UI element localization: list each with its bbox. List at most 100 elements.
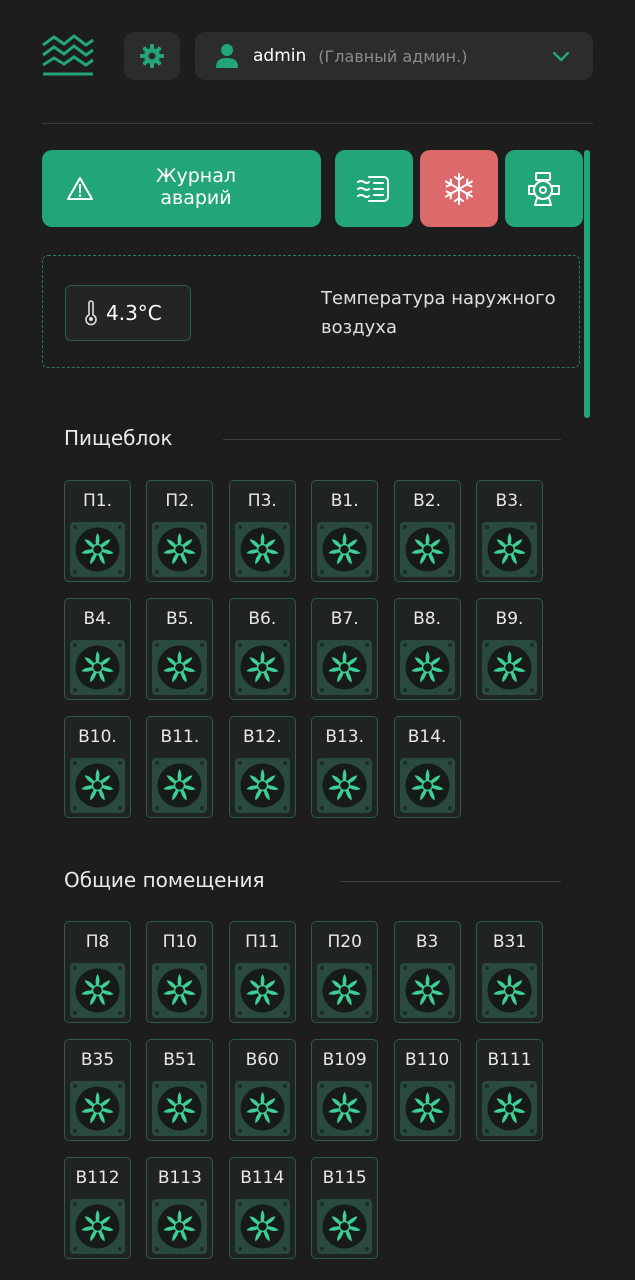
section-title: Общие помещения bbox=[64, 868, 265, 892]
unit-label: В51 bbox=[163, 1050, 197, 1070]
unit-tile[interactable]: П10 bbox=[146, 921, 214, 1023]
unit-tile[interactable]: В115 bbox=[311, 1157, 379, 1259]
unit-label: В31 bbox=[492, 932, 527, 952]
unit-label: В35 bbox=[80, 1050, 115, 1070]
chevron-down-icon bbox=[552, 51, 570, 62]
fan-icon bbox=[70, 758, 125, 813]
temperature-value: 4.3°C bbox=[106, 301, 162, 325]
unit-label: В14. bbox=[407, 727, 447, 747]
unit-label: В7. bbox=[330, 609, 359, 629]
logo-mountains-icon bbox=[40, 33, 96, 79]
fan-icon bbox=[234, 640, 290, 695]
unit-tile[interactable]: В3. bbox=[476, 480, 543, 582]
unit-label: В112 bbox=[75, 1168, 120, 1188]
warning-icon bbox=[67, 177, 93, 200]
ventilation-icon bbox=[357, 175, 389, 202]
unit-tile[interactable]: В4. bbox=[64, 598, 131, 700]
unit-tile[interactable]: В31 bbox=[476, 921, 543, 1023]
unit-tile[interactable]: В1. bbox=[311, 480, 379, 582]
fan-icon bbox=[70, 963, 125, 1018]
unit-label: П3. bbox=[247, 491, 277, 511]
settings-button[interactable] bbox=[124, 32, 180, 80]
unit-tile[interactable]: В113 bbox=[146, 1157, 214, 1259]
unit-label: В3 bbox=[415, 932, 439, 952]
unit-tile[interactable]: В110 bbox=[393, 1039, 461, 1141]
fan-icon bbox=[482, 640, 537, 695]
unit-label: В10. bbox=[78, 727, 117, 747]
alarm-log-button[interactable]: Журнал аварий bbox=[42, 150, 321, 227]
cooling-button[interactable] bbox=[420, 150, 498, 227]
fan-icon bbox=[234, 522, 290, 577]
unit-tile[interactable]: П2. bbox=[146, 480, 214, 582]
unit-tile[interactable]: В10. bbox=[64, 716, 131, 818]
unit-tile[interactable]: В11. bbox=[146, 716, 214, 818]
unit-tile[interactable]: В9. bbox=[476, 598, 543, 700]
unit-tile[interactable]: В60 bbox=[228, 1039, 296, 1141]
fan-icon bbox=[399, 1081, 455, 1136]
ventilation-button[interactable] bbox=[335, 150, 413, 227]
user-menu-button[interactable]: admin (Главный админ.) bbox=[195, 32, 593, 80]
unit-tile[interactable]: В13. bbox=[311, 716, 379, 818]
unit-tile[interactable]: П20 bbox=[311, 921, 379, 1023]
pump-icon bbox=[528, 171, 560, 206]
unit-label: В113 bbox=[157, 1168, 202, 1188]
unit-tile[interactable]: В7. bbox=[311, 598, 379, 700]
unit-label: В6. bbox=[248, 609, 277, 629]
user-icon bbox=[216, 44, 238, 68]
unit-label: В1. bbox=[330, 491, 359, 511]
outdoor-temperature-panel: 4.3°C Температура наружного воздуха bbox=[42, 255, 580, 368]
temperature-label: Температура наружного воздуха bbox=[321, 288, 556, 338]
unit-tile[interactable]: В12. bbox=[228, 716, 296, 818]
section-divider bbox=[340, 881, 561, 882]
unit-tile[interactable]: В114 bbox=[228, 1157, 296, 1259]
unit-tile[interactable]: П3. bbox=[228, 480, 296, 582]
unit-tile[interactable]: В111 bbox=[476, 1039, 543, 1141]
unit-label: В4. bbox=[83, 609, 112, 629]
unit-tile[interactable]: В109 bbox=[311, 1039, 379, 1141]
fan-icon bbox=[399, 640, 455, 695]
unit-tile[interactable]: В51 bbox=[146, 1039, 214, 1141]
fan-icon bbox=[70, 1081, 125, 1136]
unit-label: В110 bbox=[405, 1050, 450, 1070]
fan-icon bbox=[152, 640, 208, 695]
fan-icon bbox=[317, 522, 373, 577]
unit-label: В13. bbox=[325, 727, 365, 747]
unit-tile[interactable]: П1. bbox=[64, 480, 131, 582]
fan-icon bbox=[482, 522, 537, 577]
header-divider bbox=[42, 123, 593, 124]
user-role: (Главный админ.) bbox=[318, 46, 468, 66]
unit-tile[interactable]: П8 bbox=[64, 921, 131, 1023]
fan-icon bbox=[234, 758, 290, 813]
scrollbar[interactable] bbox=[584, 150, 590, 418]
unit-tile[interactable]: В6. bbox=[228, 598, 296, 700]
pump-button[interactable] bbox=[505, 150, 583, 227]
fan-icon bbox=[70, 1199, 125, 1254]
unit-tile[interactable]: В14. bbox=[393, 716, 461, 818]
fan-icon bbox=[317, 1199, 373, 1254]
fan-icon bbox=[482, 963, 537, 1018]
unit-label: В5. bbox=[165, 609, 194, 629]
unit-label: В8. bbox=[413, 609, 442, 629]
unit-tile[interactable]: В3 bbox=[393, 921, 461, 1023]
unit-tile[interactable]: В112 bbox=[64, 1157, 131, 1259]
fan-icon bbox=[317, 963, 373, 1018]
unit-tile[interactable]: В35 bbox=[64, 1039, 131, 1141]
unit-label: П11 bbox=[245, 932, 280, 952]
unit-label: П10 bbox=[162, 932, 198, 952]
fan-icon bbox=[399, 522, 455, 577]
gear-icon bbox=[140, 44, 164, 68]
fan-icon bbox=[152, 758, 208, 813]
unit-label: В115 bbox=[322, 1168, 367, 1188]
fan-icon bbox=[317, 640, 373, 695]
unit-tile[interactable]: В5. bbox=[146, 598, 214, 700]
fan-icon bbox=[234, 963, 290, 1018]
fan-icon bbox=[234, 1199, 290, 1254]
fan-icon bbox=[482, 1081, 537, 1136]
unit-tile[interactable]: В2. bbox=[393, 480, 461, 582]
fan-icon bbox=[234, 1081, 290, 1136]
unit-label: П1. bbox=[82, 491, 112, 511]
fan-icon bbox=[152, 963, 208, 1018]
unit-label: В60 bbox=[245, 1050, 279, 1070]
unit-tile[interactable]: П11 bbox=[228, 921, 296, 1023]
unit-tile[interactable]: В8. bbox=[393, 598, 461, 700]
